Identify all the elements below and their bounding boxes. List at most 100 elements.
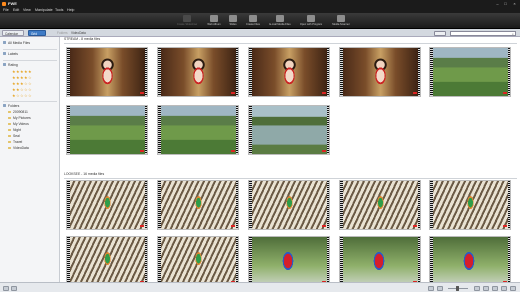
- zoom-slider-handle[interactable]: [456, 285, 459, 291]
- rating-2-stars[interactable]: ★★☆☆☆: [12, 87, 32, 92]
- film-strip: [249, 237, 252, 285]
- media-thumbnail[interactable]: [248, 236, 330, 286]
- view-mode-4-button[interactable]: [501, 285, 507, 291]
- rating-4-stars[interactable]: ★★★★☆: [12, 75, 32, 80]
- calendar-view-button[interactable]: Calendar: [2, 30, 24, 36]
- preview-toggle-button[interactable]: [3, 285, 9, 291]
- media-thumbnail[interactable]: [66, 105, 148, 155]
- rating-3-stars[interactable]: ★★★☆☆: [12, 81, 32, 86]
- pond-image: [251, 106, 327, 154]
- sidebar-item-folders[interactable]: Folders: [3, 104, 19, 109]
- film-strip: [235, 106, 238, 154]
- media-thumbnail[interactable]: [66, 47, 148, 97]
- folder-item[interactable]: Seal: [8, 134, 20, 139]
- search-input[interactable]: ⌕: [450, 30, 516, 36]
- maximize-icon[interactable]: □: [502, 1, 509, 6]
- create-files-button[interactable]: Create Files: [242, 14, 264, 28]
- film-strip: [326, 48, 329, 96]
- media-thumbnail[interactable]: [339, 180, 421, 230]
- film-strip: [235, 48, 238, 96]
- thumbnail-size-button[interactable]: [437, 285, 443, 291]
- title-bar: FWE – □ ×: [0, 0, 520, 7]
- film-strip: [249, 106, 252, 154]
- view-mode-5-button[interactable]: [510, 285, 516, 291]
- macaw-image: [251, 237, 327, 285]
- slides-button[interactable]: Slides: [226, 14, 240, 28]
- details-toggle-button[interactable]: [11, 285, 17, 291]
- media-icon: [3, 41, 6, 45]
- film-strip: [417, 237, 420, 285]
- open-with-program-button[interactable]: Open with Program: [296, 14, 326, 28]
- sidebar-item-labels[interactable]: Labels: [3, 52, 18, 57]
- web-album-button[interactable]: Web Album: [204, 14, 224, 28]
- rating-1-star[interactable]: ★☆☆☆☆: [12, 93, 32, 98]
- sidebar-item-all-media[interactable]: All Media Files: [3, 41, 30, 46]
- toolbar: Create Slideshow Web Album Slides Create…: [0, 13, 520, 29]
- film-strip: [507, 237, 510, 285]
- folder-item[interactable]: Travel: [8, 140, 22, 145]
- media-thumbnail[interactable]: [157, 236, 239, 286]
- breadcrumb-current[interactable]: VideoData: [71, 30, 86, 36]
- email-media-files-button[interactable]: E-mail Media Files: [266, 14, 294, 28]
- video-badge-icon: [140, 149, 144, 152]
- bride-image: [342, 48, 418, 96]
- zoom-out-button[interactable]: [428, 285, 434, 291]
- video-badge-icon: [413, 91, 417, 94]
- folder-item[interactable]: 20090811: [8, 110, 28, 115]
- media-thumbnail[interactable]: [429, 47, 511, 97]
- menu-help[interactable]: Help: [67, 8, 74, 13]
- search-icon[interactable]: ⌕: [512, 32, 514, 36]
- video-badge-icon: [231, 149, 235, 152]
- bride-image: [69, 48, 145, 96]
- cockatoo-image: [69, 237, 145, 285]
- media-thumbnail[interactable]: [339, 47, 421, 97]
- video-badge-icon: [503, 91, 507, 94]
- menu-manipulate[interactable]: Manipulate: [35, 8, 53, 13]
- folder-item[interactable]: My Videos: [8, 122, 29, 127]
- media-thumbnail[interactable]: [66, 236, 148, 286]
- field-image: [432, 48, 508, 96]
- media-thumbnail[interactable]: [248, 180, 330, 230]
- menu-edit[interactable]: Edit: [13, 8, 19, 13]
- media-scanner-button[interactable]: Media Scanner: [328, 14, 354, 28]
- minimize-icon[interactable]: –: [494, 1, 501, 6]
- grid-view-button[interactable]: Grid: [28, 30, 46, 36]
- rating-5-stars[interactable]: ★★★★★: [12, 69, 32, 74]
- view-mode-3-button[interactable]: [492, 285, 498, 291]
- media-thumbnail[interactable]: [157, 180, 239, 230]
- menu-view[interactable]: View: [23, 8, 31, 13]
- folder-item[interactable]: Night: [8, 128, 21, 133]
- cockatoo-image: [251, 181, 327, 229]
- sort-button[interactable]: [434, 30, 446, 36]
- close-icon[interactable]: ×: [511, 1, 518, 6]
- email-icon: [276, 15, 284, 22]
- view-mode-2-button[interactable]: [483, 285, 489, 291]
- sidebar-item-rating[interactable]: Rating: [3, 63, 18, 68]
- breadcrumb-folders[interactable]: Folders: [57, 30, 68, 36]
- media-thumbnail[interactable]: [339, 236, 421, 286]
- folder-icon: [8, 116, 11, 119]
- folder-icon: [8, 128, 11, 131]
- menu-file[interactable]: File: [3, 8, 9, 13]
- folder-item[interactable]: VideoData: [8, 146, 29, 151]
- menu-tools[interactable]: Tools: [55, 8, 63, 13]
- media-thumbnail[interactable]: [66, 180, 148, 230]
- media-thumbnail[interactable]: [429, 180, 511, 230]
- film-strip: [326, 237, 329, 285]
- view-mode-1-button[interactable]: [474, 285, 480, 291]
- label-icon: [3, 52, 6, 56]
- film-strip: [144, 237, 147, 285]
- app-icon: [2, 1, 6, 6]
- media-thumbnail[interactable]: [248, 105, 330, 155]
- media-thumbnail[interactable]: [157, 47, 239, 97]
- create-slideshow-button[interactable]: Create Slideshow: [172, 14, 202, 28]
- media-thumbnail[interactable]: [248, 47, 330, 97]
- bride-image: [251, 48, 327, 96]
- slides-icon: [229, 15, 237, 22]
- film-strip: [235, 181, 238, 229]
- media-thumbnail[interactable]: [157, 105, 239, 155]
- folder-icon: [8, 146, 11, 149]
- folder-item[interactable]: My Pictures: [8, 116, 31, 121]
- film-strip: [67, 181, 70, 229]
- media-thumbnail[interactable]: [429, 236, 511, 286]
